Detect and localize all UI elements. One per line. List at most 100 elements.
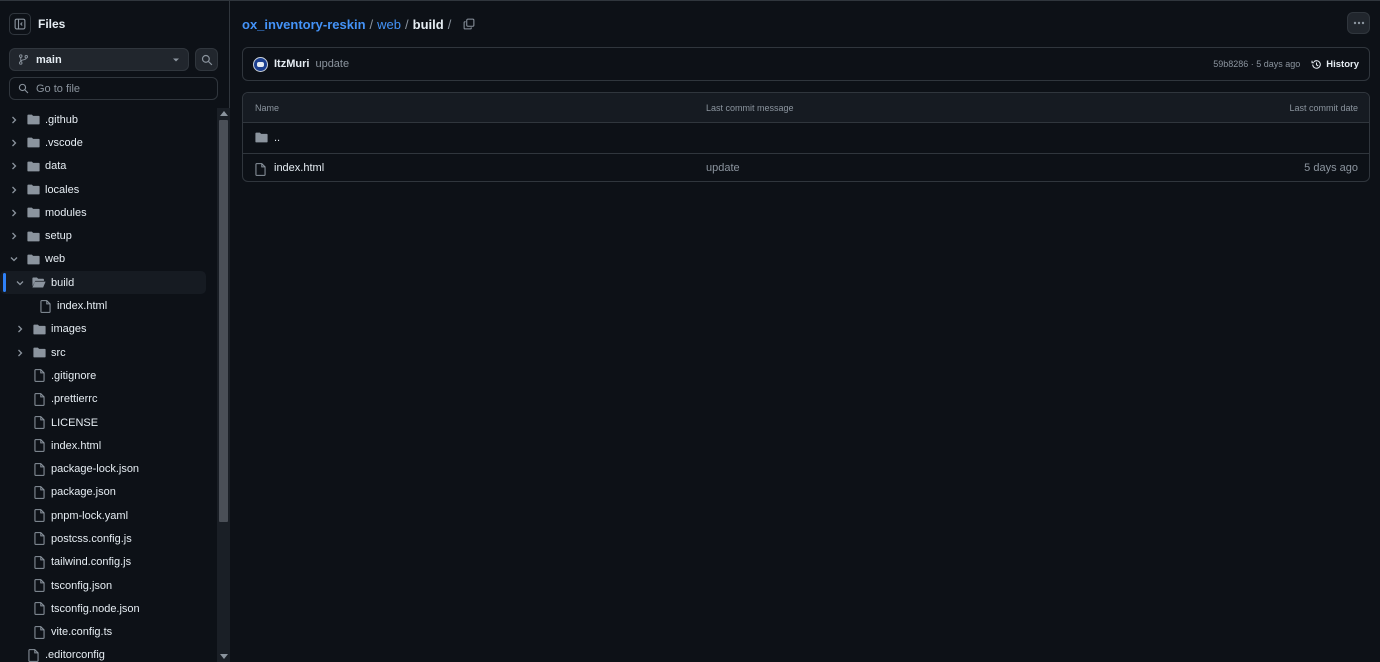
search-icon [18, 83, 29, 94]
tree-item-postcss-config-js[interactable]: postcss.config.js [0, 527, 217, 550]
parent-directory-row[interactable]: .. [243, 123, 1369, 153]
folder-open-icon [32, 277, 46, 289]
tree-item-locales[interactable]: locales [0, 178, 217, 201]
commit-author[interactable]: ItzMuri [274, 58, 309, 70]
tree-item-tailwind-config-js[interactable]: tailwind.config.js [0, 551, 217, 574]
tree-item-setup[interactable]: setup [0, 224, 217, 247]
breadcrumb-current: build [412, 16, 444, 32]
tree-item-vscode[interactable]: .vscode [0, 131, 217, 154]
file-icon [26, 649, 40, 662]
tree-item-tsconfig-json[interactable]: tsconfig.json [0, 574, 217, 597]
chevron-right-icon[interactable] [9, 138, 19, 148]
chevron-right-icon[interactable] [15, 348, 25, 358]
sidebar-header: Files [9, 11, 65, 37]
scroll-down-arrow[interactable] [220, 654, 228, 659]
tree-item-package-json[interactable]: package.json [0, 481, 217, 504]
tree-item-license[interactable]: LICENSE [0, 411, 217, 434]
tree-item-label: LICENSE [51, 416, 99, 429]
table-row[interactable]: index.html update 5 days ago [243, 152, 1369, 182]
tree-item-label: tailwind.config.js [51, 556, 132, 569]
tree-item-data[interactable]: data [0, 155, 217, 178]
scroll-thumb[interactable] [219, 120, 228, 522]
tree-item-modules[interactable]: modules [0, 201, 217, 224]
file-icon [32, 555, 46, 569]
tree-item-github[interactable]: .github [0, 108, 217, 131]
tree-item-label: .prettierrc [51, 393, 98, 406]
tree-item-index-html[interactable]: index.html [0, 294, 217, 317]
file-tree: .github .vscode data locales modules setup web… [0, 108, 217, 662]
breadcrumb: ox_inventory-reskin / web / build / [242, 16, 475, 32]
sidebar-scrollbar[interactable] [217, 108, 230, 662]
search-button[interactable] [195, 48, 218, 71]
chevron-right-icon[interactable] [9, 115, 19, 125]
tree-item-images[interactable]: images [0, 318, 217, 341]
go-to-file-input[interactable]: Go to file [9, 77, 218, 100]
tree-item-label: build [51, 276, 75, 289]
file-icon [32, 392, 46, 406]
sidebar-collapse-icon [14, 18, 26, 30]
file-name-link[interactable]: index.html [274, 162, 324, 174]
file-icon [32, 532, 46, 546]
folder-icon [26, 114, 40, 126]
avatar[interactable] [253, 56, 268, 72]
file-table: Name Last commit message Last commit dat… [242, 92, 1370, 182]
more-options-button[interactable] [1347, 12, 1370, 34]
breadcrumb-web-link[interactable]: web [377, 17, 401, 32]
tree-item-label: images [51, 323, 87, 336]
commit-hash-time[interactable]: 59b8286 · 5 days ago [1213, 59, 1300, 69]
tree-item-src[interactable]: src [0, 341, 217, 364]
copy-path-button[interactable] [463, 18, 475, 30]
tree-item-prettierrc[interactable]: .prettierrc [0, 388, 217, 411]
tree-item-package-lock-json[interactable]: package-lock.json [0, 457, 217, 480]
history-icon [1311, 59, 1321, 69]
file-commit-message[interactable]: update [706, 162, 740, 174]
tree-item-index-html[interactable]: index.html [0, 434, 217, 457]
kebab-horizontal-icon [1353, 21, 1364, 25]
scroll-up-arrow[interactable] [220, 111, 228, 116]
search-icon [201, 54, 212, 65]
file-icon [32, 369, 46, 383]
tree-item-web[interactable]: web [0, 248, 217, 271]
tree-item-build[interactable]: build [0, 271, 206, 295]
header-last-commit-date: Last commit date [1289, 102, 1358, 113]
tree-item-label: .github [45, 113, 79, 126]
tree-item-label: package-lock.json [51, 463, 140, 476]
chevron-right-icon[interactable] [15, 324, 25, 334]
folder-icon [255, 132, 268, 146]
commit-message[interactable]: update [315, 58, 349, 70]
file-icon [255, 162, 266, 179]
latest-commit-bar: ItzMuri update 59b8286 · 5 days ago Hist… [242, 47, 1370, 81]
folder-icon [26, 160, 40, 172]
tree-item-editorconfig[interactable]: .editorconfig [0, 644, 217, 662]
tree-item-tsconfig-node-json[interactable]: tsconfig.node.json [0, 597, 217, 620]
tree-item-vite-config-ts[interactable]: vite.config.ts [0, 621, 217, 644]
branch-select-button[interactable]: main [9, 48, 189, 71]
file-icon [32, 416, 46, 429]
chevron-right-icon[interactable] [9, 185, 19, 195]
git-branch-icon [19, 54, 28, 65]
parent-directory-link[interactable]: .. [274, 132, 280, 144]
collapse-sidebar-button[interactable] [9, 13, 31, 35]
breadcrumb-separator: / [447, 16, 452, 32]
tree-item-gitignore[interactable]: .gitignore [0, 364, 217, 387]
history-button[interactable]: History [1311, 59, 1359, 70]
tree-item-label: web [45, 253, 66, 266]
chevron-right-icon[interactable] [9, 161, 19, 171]
breadcrumb-repo-link[interactable]: ox_inventory-reskin [242, 17, 366, 32]
tree-item-pnpm-lock-yaml[interactable]: pnpm-lock.yaml [0, 504, 217, 527]
chevron-down-icon[interactable] [9, 254, 19, 264]
file-commit-date: 5 days ago [1304, 161, 1358, 174]
chevron-down-icon[interactable] [15, 278, 25, 288]
chevron-right-icon[interactable] [9, 231, 19, 241]
chevron-right-icon[interactable] [9, 208, 19, 218]
